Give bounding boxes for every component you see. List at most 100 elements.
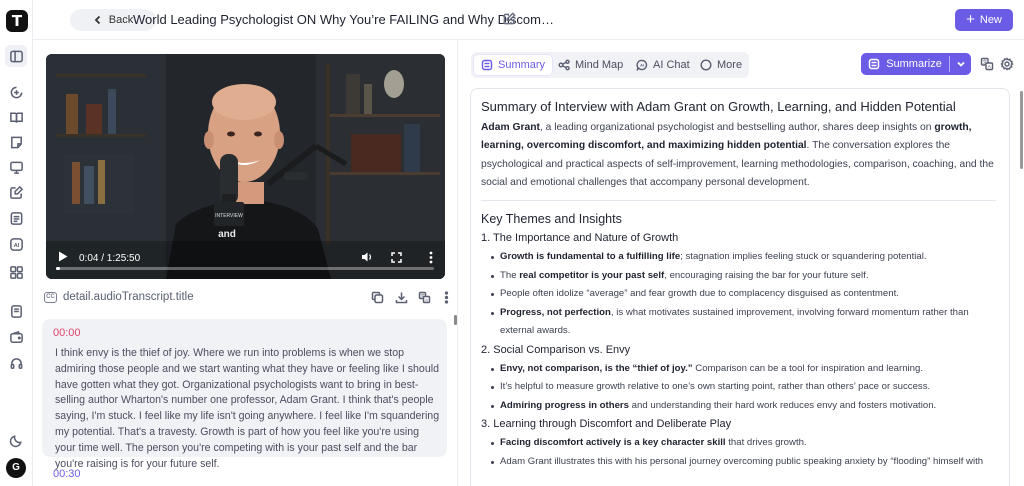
bold-text: Admiring progress in others [500, 399, 630, 411]
video-more-icon[interactable] [429, 251, 433, 264]
book-icon[interactable] [8, 109, 24, 125]
tab-summary[interactable]: Summary [474, 55, 553, 75]
transcript-title: detail.audioTranscript.title [63, 291, 194, 303]
bold-text: Adam Grant [481, 122, 540, 133]
panel-toggle-icon[interactable] [5, 45, 27, 67]
apps-grid-icon[interactable] [8, 264, 24, 280]
bullet-list: Facing discomfort actively is a key char… [491, 434, 996, 471]
video-time: 0:04 / 1:25:50 [79, 253, 141, 264]
new-button[interactable]: + New [955, 9, 1013, 31]
section-heading: 1. The Importance and Nature of Growth [481, 232, 679, 245]
text-run: People often idolize “average” and fear … [500, 288, 899, 300]
summary-scrollbar[interactable] [1020, 91, 1023, 169]
tab-more[interactable]: More [693, 55, 749, 75]
bullet-item: It’s helpful to measure growth relative … [491, 378, 996, 397]
video-progress-fill [56, 267, 60, 270]
volume-icon[interactable] [361, 251, 373, 263]
tab-ai-chat[interactable]: AI AI Chat [629, 55, 697, 75]
document-list-icon[interactable] [8, 210, 24, 226]
play-icon[interactable] [58, 251, 68, 262]
translate-icon[interactable]: 文A [418, 291, 431, 304]
transcript-scrollbar[interactable] [454, 315, 457, 325]
segment-timestamp[interactable]: 00:30 [53, 468, 81, 480]
bullet-item: Envy, not comparison, is the “thief of j… [491, 360, 996, 379]
summary-content: Summary of Interview with Adam Grant on … [470, 88, 1010, 486]
video-controls: 0:04 / 1:25:50 [46, 241, 445, 279]
bullet-item: Adam Grant illustrates this with his per… [491, 453, 996, 472]
closed-caption-icon: CC [44, 292, 57, 303]
transcript-segment[interactable]: 00:00 I think envy is the thief of joy. … [42, 319, 447, 470]
sticky-note-icon[interactable] [8, 134, 24, 150]
svg-text:A: A [425, 297, 428, 302]
video-progress-bar[interactable] [56, 267, 434, 270]
fullscreen-icon[interactable] [391, 252, 402, 263]
shirt-text: and [218, 229, 236, 240]
copy-icon[interactable] [371, 291, 384, 304]
edit-title-icon[interactable] [503, 12, 517, 26]
bold-text: Envy, not comparison, is the “thief of j… [500, 362, 693, 374]
bullet-item: The real competitor is your past self, e… [491, 267, 996, 286]
ai-icon[interactable]: AI [8, 236, 24, 252]
text-run: Adam Grant illustrates this with his per… [500, 455, 984, 467]
slides-icon[interactable] [8, 159, 24, 175]
wallet-icon[interactable] [8, 329, 24, 345]
bullet-item: Admiring progress in others and understa… [491, 397, 996, 416]
app-logo[interactable]: T [6, 10, 28, 32]
chevron-down-icon [956, 61, 965, 67]
avatar[interactable]: G [6, 458, 26, 478]
transcript-more-icon[interactable] [440, 291, 453, 304]
summary-icon [481, 59, 493, 71]
headset-icon[interactable] [8, 355, 24, 371]
bold-text: Growth is fundamental to a fulfilling li… [500, 251, 681, 263]
summarize-button[interactable]: Summarize [861, 53, 949, 75]
text-run: , encouraging raising the bar for your f… [664, 269, 869, 281]
bullet-item: Progress, not perfection, is what motiva… [491, 304, 996, 341]
video-player[interactable]: INTERVIEW and 0:04 / 1:25:50 [46, 54, 445, 279]
segment-timestamp[interactable]: 00:00 [53, 327, 81, 339]
svg-text:AI: AI [13, 243, 19, 249]
segment-text: I think envy is the thief of joy. Where … [55, 347, 440, 470]
bold-text: Progress, not perfection [500, 306, 611, 318]
plus-icon: + [966, 11, 975, 28]
download-icon[interactable] [395, 291, 408, 304]
tab-label: AI Chat [653, 59, 690, 71]
summary-icon [868, 58, 880, 70]
summarize-button-group: Summarize [861, 53, 971, 75]
bullet-item: People often idolize “average” and fear … [491, 285, 996, 304]
ai-chat-icon: AI [636, 59, 648, 71]
mind-map-icon [558, 59, 570, 71]
svg-text:AI: AI [640, 64, 644, 68]
text-run: The [500, 269, 520, 281]
moon-icon[interactable] [8, 432, 24, 448]
settings-gear-icon[interactable] [1000, 57, 1014, 71]
tab-label: Summary [498, 59, 546, 71]
notebook-icon[interactable] [8, 303, 24, 319]
add-document-icon[interactable] [8, 84, 24, 100]
bullet-item: Growth is fundamental to a fulfilling li… [491, 248, 996, 267]
divider [481, 200, 996, 202]
text-run: , a leading organizational psychologist … [539, 122, 935, 133]
bold-text: Facing discomfort actively is a key char… [500, 437, 726, 449]
themes-heading: Key Themes and Insights [481, 212, 622, 227]
tab-mind-map[interactable]: Mind Map [551, 55, 630, 75]
text-run: and understanding their hard work reduce… [629, 399, 937, 411]
summarize-dropdown[interactable] [950, 53, 971, 75]
themes-sections: 1. The Importance and Nature of Growth Gr… [481, 232, 996, 471]
bold-text: real competitor is your past self [519, 269, 665, 281]
left-rail: T AI G [0, 0, 33, 486]
tab-label: Mind Map [575, 59, 624, 71]
page-title: World Leading Psychologist ON Why You’re… [133, 12, 554, 27]
text-run: It’s helpful to measure growth relative … [500, 381, 931, 393]
edit-note-icon[interactable] [8, 184, 24, 200]
bullet-list: Growth is fundamental to a fulfilling li… [491, 248, 996, 341]
summary-title: Summary of Interview with Adam Grant on … [481, 99, 956, 114]
bullet-item: Facing discomfort actively is a key char… [491, 434, 996, 453]
top-bar: Back World Leading Psychologist ON Why Y… [33, 0, 1024, 40]
section-heading: 2. Social Comparison vs. Envy [481, 343, 631, 356]
text-run: ; stagnation implies feeling stuck or sq… [680, 251, 927, 263]
transcript-header: CC detail.audioTranscript.title 文A [44, 290, 449, 308]
new-label: New [979, 14, 1002, 26]
section-heading: 3. Learning through Discomfort and Delib… [481, 418, 732, 431]
back-label: Back [108, 14, 134, 26]
translate-icon[interactable]: 文A [980, 57, 994, 71]
